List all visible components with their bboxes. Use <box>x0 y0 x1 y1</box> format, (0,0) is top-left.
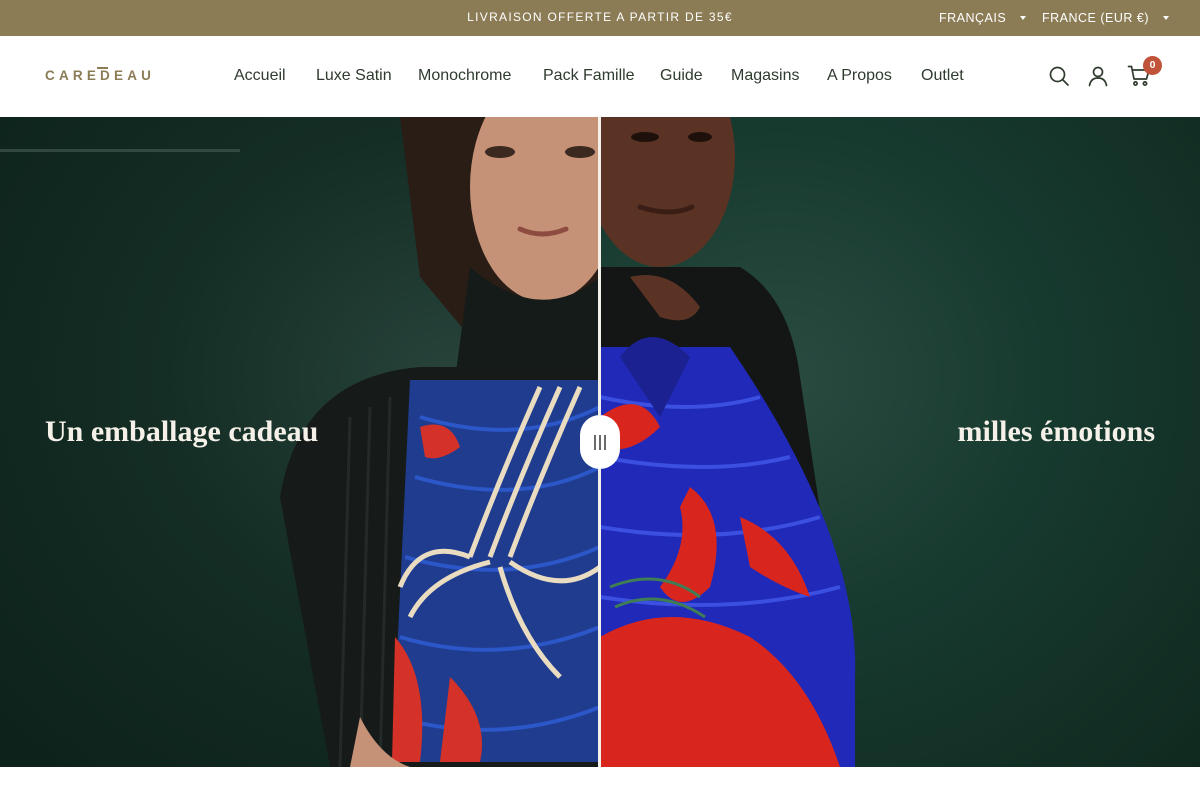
hero-title-right: milles émotions <box>957 415 1155 448</box>
cart-count-badge: 0 <box>1143 56 1162 75</box>
hero-image-before: Un emballage cadeau <box>0 117 600 767</box>
user-icon[interactable] <box>1086 64 1110 88</box>
nav-item-a-propos[interactable]: A Propos <box>827 65 892 87</box>
nav-item-luxe-satin[interactable]: Luxe Satin <box>316 65 392 87</box>
site-header: CAREDEAU Accueil Luxe Satin Monochrome P… <box>0 36 1200 117</box>
hero-image-after: milles émotions <box>600 117 1200 767</box>
country-label: FRANCE (EUR €) <box>1042 11 1150 25</box>
search-icon[interactable] <box>1047 64 1071 88</box>
language-label: FRANÇAIS <box>939 11 1007 25</box>
nav-item-accueil[interactable]: Accueil <box>234 65 286 87</box>
brand-logo-text: CAREDEAU <box>45 68 156 83</box>
nav-item-outlet[interactable]: Outlet <box>921 65 964 87</box>
drag-handle-icon[interactable] <box>580 415 620 469</box>
hero-title-left: Un emballage cadeau <box>45 415 319 448</box>
brand-logo[interactable]: CAREDEAU <box>45 66 155 86</box>
hero-comparison-slider[interactable]: Un emballage cadeau milles émotions <box>0 117 1200 767</box>
logo-macron <box>97 67 108 69</box>
handle-grip-line <box>594 434 596 450</box>
nav-item-pack-famille[interactable]: Pack Famille <box>543 65 635 87</box>
handle-grip-line <box>604 434 606 450</box>
nav-item-monochrome[interactable]: Monochrome <box>418 65 511 87</box>
country-selector[interactable]: FRANCE (EUR €) <box>1042 0 1170 36</box>
nav-item-guide[interactable]: Guide <box>660 65 703 87</box>
handle-grip-line <box>599 434 601 450</box>
chevron-down-icon <box>1020 16 1027 20</box>
nav-item-magasins[interactable]: Magasins <box>731 65 799 87</box>
language-selector[interactable]: FRANÇAIS <box>939 0 1027 36</box>
announcement-bar: LIVRAISON OFFERTE A PARTIR DE 35€ FRANÇA… <box>0 0 1200 36</box>
chevron-down-icon <box>1163 16 1170 20</box>
